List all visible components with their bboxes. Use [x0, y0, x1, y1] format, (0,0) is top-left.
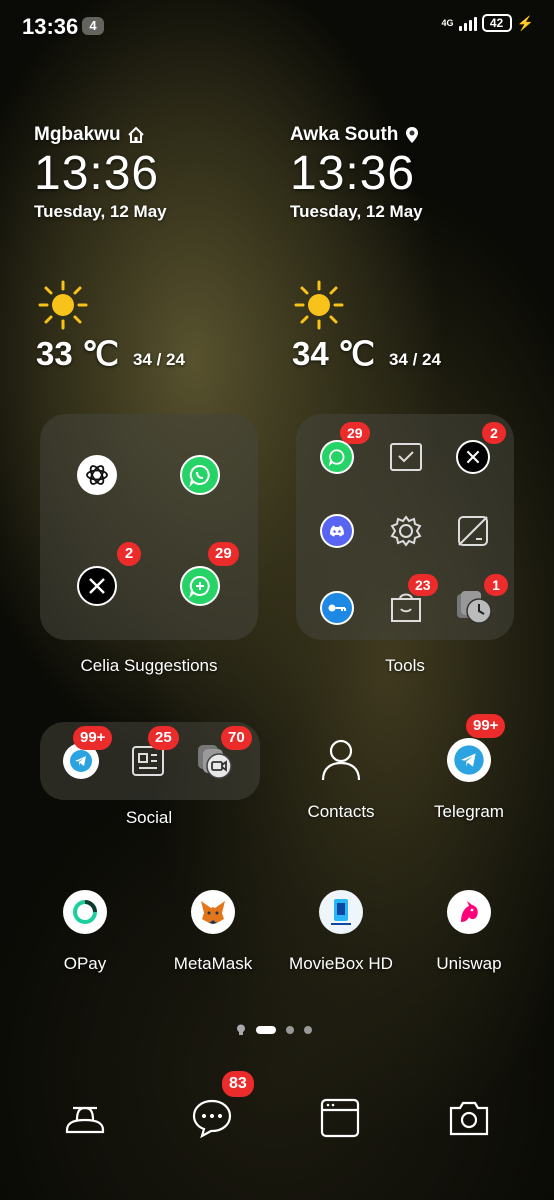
clock-widget-awka-south[interactable]: Awka South 13:36 Tuesday, 12 May	[290, 124, 530, 222]
whatsapp-notification-badge: 29	[208, 542, 239, 566]
weather-widget-2[interactable]: 34 ℃ 34 / 24	[292, 334, 441, 373]
telegram-icon	[447, 738, 491, 782]
temperature: 34 ℃	[292, 335, 375, 372]
mail-icon[interactable]	[389, 440, 423, 474]
messages-notification-badge: 83	[222, 1071, 254, 1097]
phone-icon[interactable]	[63, 1096, 107, 1140]
page-dot-active	[256, 1026, 276, 1034]
app-label: Uniswap	[436, 954, 502, 973]
key-icon[interactable]	[320, 591, 354, 625]
clock-date: Tuesday, 12 May	[34, 202, 167, 221]
camera-icon[interactable]	[447, 1096, 491, 1140]
city-label: Awka South	[290, 124, 399, 145]
city-name: Mgbakwu	[34, 124, 274, 146]
status-time: 13:36	[22, 14, 79, 39]
app-label: MovieBox HD	[289, 954, 393, 973]
chatgpt-icon[interactable]	[77, 455, 117, 495]
sunny-icon	[294, 280, 344, 330]
app-label: Telegram	[434, 802, 504, 821]
folder-label: Tools	[385, 656, 425, 675]
signal-icon	[458, 15, 477, 31]
whatsapp-icon[interactable]	[320, 440, 354, 474]
page-indicator[interactable]	[236, 1024, 312, 1036]
uniswap-app[interactable]: Uniswap	[404, 890, 534, 974]
browser-icon[interactable]	[318, 1096, 362, 1140]
metamask-fox-icon	[191, 890, 235, 934]
uniswap-unicorn-icon	[447, 890, 491, 934]
contacts-app[interactable]: Contacts	[276, 738, 406, 822]
charging-icon: ⚡	[516, 14, 534, 31]
x-notification-badge: 2	[117, 542, 141, 566]
home-icon	[127, 126, 144, 143]
city-name: Awka South	[290, 124, 530, 146]
status-icons: 4G 42 ⚡	[442, 14, 534, 32]
messages-icon[interactable]	[190, 1096, 234, 1140]
lightbulb-icon	[237, 1024, 245, 1035]
telegram-notification-badge: 99+	[466, 714, 506, 738]
discord-icon[interactable]	[320, 514, 354, 548]
telegram-notification-badge: 99+	[73, 726, 113, 750]
battery-icon: 42	[481, 14, 512, 32]
sunny-icon	[38, 280, 88, 330]
telegram-app[interactable]: Telegram	[404, 738, 534, 822]
opay-icon	[63, 890, 107, 934]
whatsapp-business-icon[interactable]	[180, 566, 220, 606]
x-icon[interactable]	[456, 440, 490, 474]
clock-notification-badge: 1	[484, 574, 508, 596]
app-store-icon[interactable]	[389, 591, 423, 625]
theme-contrast-icon[interactable]	[456, 514, 490, 548]
app-label: MetaMask	[173, 954, 253, 973]
notification-count-badge: 4	[82, 17, 104, 35]
contacts-person-icon	[319, 738, 363, 782]
temperature: 33 ℃	[36, 335, 119, 372]
news-notification-badge: 25	[148, 726, 179, 750]
page-dot	[304, 1026, 312, 1034]
clock-date: Tuesday, 12 May	[290, 202, 423, 221]
clock-time: 13:36	[290, 147, 416, 200]
store-notification-badge: 23	[408, 574, 438, 596]
city-label: Mgbakwu	[34, 124, 121, 145]
moviebox-app[interactable]: MovieBox HD	[276, 890, 406, 974]
clock-widget-mgbakwu[interactable]: Mgbakwu 13:36 Tuesday, 12 May	[34, 124, 274, 222]
app-label: Contacts	[307, 802, 375, 821]
settings-gear-icon[interactable]	[389, 514, 423, 548]
moviebox-icon	[319, 890, 363, 934]
network-type: 4G	[441, 17, 454, 28]
opay-app[interactable]: OPay	[20, 890, 150, 974]
folder-celia-suggestions[interactable]	[40, 414, 258, 640]
page-dot	[286, 1026, 294, 1034]
whatsapp-notification-badge: 29	[340, 422, 370, 444]
temp-range: 34 / 24	[132, 350, 185, 369]
folder-label: Social	[125, 808, 173, 827]
temp-range: 34 / 24	[388, 350, 441, 369]
metamask-app[interactable]: MetaMask	[148, 890, 278, 974]
x-icon[interactable]	[77, 566, 117, 606]
whatsapp-icon[interactable]	[180, 455, 220, 495]
folder-label: Celia Suggestions	[80, 656, 218, 675]
video-notification-badge: 70	[221, 726, 252, 750]
weather-widget-1[interactable]: 33 ℃ 34 / 24	[36, 334, 185, 373]
app-label: OPay	[63, 954, 107, 973]
x-notification-badge: 2	[482, 422, 506, 444]
clock-time: 13:36	[34, 147, 160, 200]
location-pin-icon	[406, 127, 419, 143]
